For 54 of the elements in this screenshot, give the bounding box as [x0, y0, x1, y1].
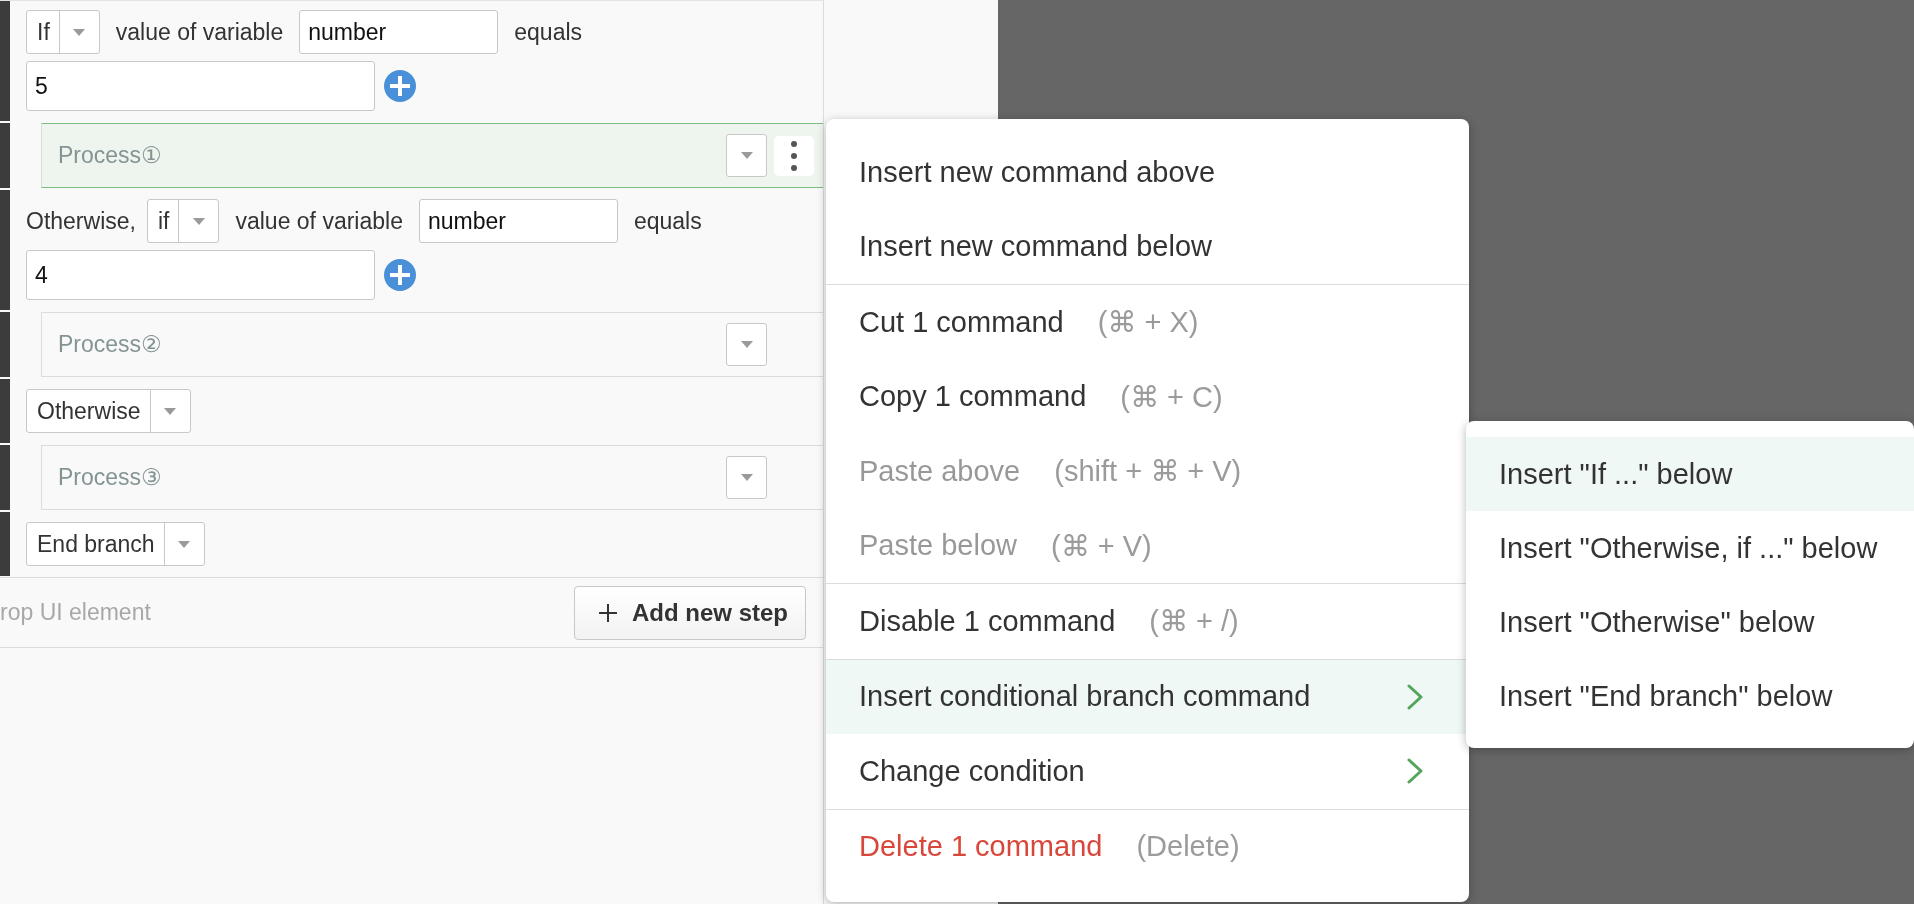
menu-item[interactable]: Insert "Otherwise" below: [1466, 585, 1914, 659]
caret-icon: [164, 407, 177, 415]
caret-icon: [740, 341, 753, 348]
vertical-dots-icon: [791, 140, 797, 171]
branch-select[interactable]: if: [146, 199, 220, 243]
branch-label: Otherwise,: [26, 207, 136, 235]
process-label: Process②: [58, 331, 163, 358]
menu-item[interactable]: Copy 1 command (⌘ + C): [826, 359, 1469, 434]
add-step-button[interactable]: Add new step: [574, 585, 806, 640]
row-gutter-bar: [0, 445, 10, 510]
menu-item[interactable]: Change condition: [826, 734, 1469, 809]
menu-item[interactable]: Insert new command below: [826, 209, 1469, 284]
row-gutter-bar: [0, 123, 10, 188]
dropdown-button[interactable]: [726, 323, 767, 366]
menu-item[interactable]: Insert new command above: [826, 135, 1469, 210]
plus-circle-icon[interactable]: [384, 70, 416, 102]
menu-item[interactable]: Insert "End branch" below: [1466, 659, 1914, 733]
caret-icon: [73, 28, 86, 36]
plus-circle-icon[interactable]: [384, 259, 416, 291]
variable-input[interactable]: number: [418, 199, 618, 243]
dropdown-button[interactable]: [726, 456, 767, 499]
row-gutter-bar: [0, 312, 10, 377]
menu-item[interactable]: Delete 1 command (Delete): [826, 809, 1469, 884]
menu-item[interactable]: Insert "Otherwise, if ..." below: [1466, 511, 1914, 585]
operator-label: equals: [514, 18, 583, 46]
plus-icon: [599, 603, 617, 622]
menu-item[interactable]: Insert conditional branch command: [826, 659, 1469, 734]
process-label: Process①: [58, 142, 163, 169]
drop-hint: rop UI element: [0, 599, 151, 626]
value-input[interactable]: 5: [26, 61, 375, 111]
branch-select[interactable]: If: [26, 10, 100, 54]
branch-select[interactable]: Otherwise: [26, 389, 191, 433]
branch-select[interactable]: End branch: [26, 522, 205, 566]
shortcut-hint: (⌘ + C): [1120, 379, 1223, 414]
shortcut-hint: (shift + ⌘ + V): [1054, 454, 1242, 489]
shortcut-hint: (⌘ + X): [1097, 305, 1199, 340]
caret-icon: [740, 474, 753, 481]
menu-item[interactable]: Cut 1 command (⌘ + X): [826, 285, 1469, 360]
value-input[interactable]: 4: [26, 250, 375, 300]
caret-icon: [740, 152, 753, 159]
more-button[interactable]: [774, 135, 814, 176]
operator-label: equals: [633, 207, 702, 235]
variable-input[interactable]: number: [299, 10, 499, 54]
menu-item[interactable]: Disable 1 command (⌘ + /): [826, 584, 1469, 659]
variable-label: value of variable: [115, 18, 284, 46]
shortcut-hint: (Delete): [1136, 830, 1240, 864]
menu-item[interactable]: Insert "If ..." below: [1466, 437, 1914, 511]
caret-icon: [192, 217, 205, 225]
process-label: Process③: [58, 464, 163, 491]
shortcut-hint: (⌘ + /): [1149, 604, 1239, 639]
dropdown-button[interactable]: [726, 134, 767, 177]
caret-icon: [178, 540, 191, 548]
variable-label: value of variable: [235, 207, 403, 235]
shortcut-hint: (⌘ + V): [1051, 528, 1152, 563]
